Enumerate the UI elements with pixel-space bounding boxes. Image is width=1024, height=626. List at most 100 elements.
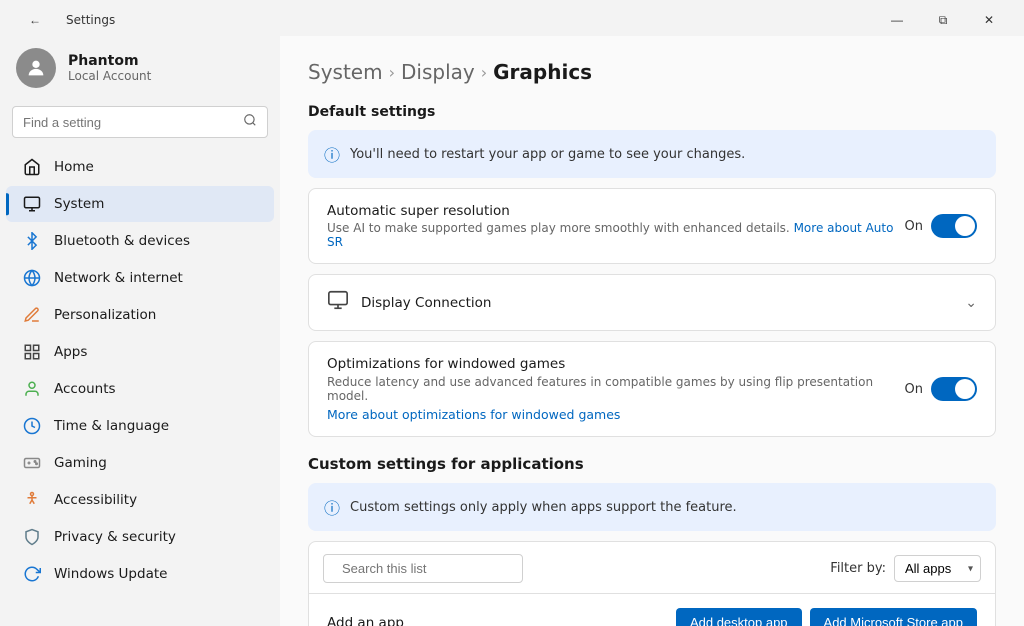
add-store-app-button[interactable]: Add Microsoft Store app (810, 608, 977, 626)
title-bar: ← Settings — ⧉ ✕ (0, 0, 1024, 36)
filter-container: Filter by: All apps ▾ (830, 555, 981, 582)
display-connection-left: Display Connection (327, 289, 491, 316)
sidebar-item-privacy[interactable]: Privacy & security (6, 519, 274, 555)
nav-list: Home System Bluetooth & devices Network & i… (0, 148, 280, 593)
custom-settings-title: Custom settings for applications (308, 455, 996, 473)
monitor-icon (327, 289, 349, 316)
back-button[interactable]: ← (12, 4, 58, 36)
search-icon (243, 113, 257, 131)
sidebar-item-home[interactable]: Home (6, 149, 274, 185)
network-icon (22, 268, 42, 288)
home-icon (22, 157, 42, 177)
auto-sr-card: Automatic super resolution Use AI to mak… (308, 188, 996, 264)
display-connection-card: Display Connection ⌄ (308, 274, 996, 331)
windowed-opt-row: Optimizations for windowed games Reduce … (309, 342, 995, 436)
sidebar-item-system[interactable]: System (6, 186, 274, 222)
info-icon: ⓘ (324, 142, 340, 166)
sidebar-item-accounts[interactable]: Accounts (6, 371, 274, 407)
sidebar-item-time[interactable]: Time & language (6, 408, 274, 444)
sidebar-search-box[interactable] (12, 106, 268, 138)
windowed-opt-title: Optimizations for windowed games (327, 356, 905, 372)
sidebar-item-label-update: Windows Update (54, 566, 167, 582)
sidebar-item-label-bluetooth: Bluetooth & devices (54, 233, 190, 249)
windowed-opt-link[interactable]: More about optimizations for windowed ga… (327, 407, 905, 422)
breadcrumb-sep-2: › (481, 63, 487, 82)
sidebar-search-input[interactable] (23, 115, 235, 130)
breadcrumb: System › Display › Graphics (308, 60, 996, 84)
display-connection-row[interactable]: Display Connection ⌄ (309, 275, 995, 330)
chevron-down-icon: ⌄ (965, 295, 977, 311)
add-desktop-app-button[interactable]: Add desktop app (676, 608, 802, 626)
auto-sr-toggle-container: On (905, 214, 977, 238)
sidebar-item-gaming[interactable]: Gaming (6, 445, 274, 481)
user-info: Phantom Local Account (68, 53, 151, 83)
avatar (16, 48, 56, 88)
minimize-button[interactable]: — (874, 4, 920, 36)
add-app-row: Add an app Add desktop app Add Microsoft… (309, 593, 995, 626)
sidebar-item-label-accessibility: Accessibility (54, 492, 137, 508)
auto-sr-toggle[interactable] (931, 214, 977, 238)
user-name: Phantom (68, 53, 151, 69)
update-icon (22, 564, 42, 584)
apps-card: Filter by: All apps ▾ Add an app Add des… (308, 541, 996, 626)
add-app-buttons: Add desktop app Add Microsoft Store app (676, 608, 977, 626)
apps-icon (22, 342, 42, 362)
filter-select[interactable]: All apps (894, 555, 981, 582)
title-bar-left: ← Settings (12, 4, 115, 36)
accounts-icon (22, 379, 42, 399)
time-icon (22, 416, 42, 436)
sidebar-item-personalization[interactable]: Personalization (6, 297, 274, 333)
windowed-opt-toggle[interactable] (931, 377, 977, 401)
auto-sr-desc-text: Use AI to make supported games play more… (327, 221, 790, 235)
breadcrumb-current: Graphics (493, 60, 592, 84)
search-list-box[interactable] (323, 554, 523, 583)
gaming-icon (22, 453, 42, 473)
filter-wrapper: All apps ▾ (894, 555, 981, 582)
sidebar-item-label-accounts: Accounts (54, 381, 116, 397)
auto-sr-toggle-label: On (905, 219, 923, 234)
display-connection-title: Display Connection (361, 295, 491, 311)
custom-info-icon: ⓘ (324, 495, 340, 519)
sidebar-item-label-time: Time & language (54, 418, 169, 434)
accessibility-icon (22, 490, 42, 510)
search-filter-row: Filter by: All apps ▾ (309, 542, 995, 593)
sidebar-item-update[interactable]: Windows Update (6, 556, 274, 592)
restart-info-banner: ⓘ You'll need to restart your app or gam… (308, 130, 996, 178)
sidebar: Phantom Local Account Home System Bluetoot… (0, 36, 280, 626)
title-bar-controls: — ⧉ ✕ (874, 4, 1012, 36)
custom-info-text: Custom settings only apply when apps sup… (350, 500, 737, 515)
title-bar-title: Settings (66, 13, 115, 27)
breadcrumb-display[interactable]: Display (401, 60, 475, 84)
system-icon (22, 194, 42, 214)
windowed-opt-toggle-label: On (905, 382, 923, 397)
auto-sr-desc: Use AI to make supported games play more… (327, 221, 905, 249)
windowed-opt-content: Optimizations for windowed games Reduce … (327, 356, 905, 422)
windowed-opt-desc: Reduce latency and use advanced features… (327, 375, 905, 403)
breadcrumb-sep-1: › (389, 63, 395, 82)
sidebar-item-network[interactable]: Network & internet (6, 260, 274, 296)
add-app-label: Add an app (327, 615, 404, 626)
sidebar-item-bluetooth[interactable]: Bluetooth & devices (6, 223, 274, 259)
breadcrumb-system[interactable]: System (308, 60, 383, 84)
default-settings-title: Default settings (308, 104, 996, 120)
windowed-opt-toggle-container: On (905, 377, 977, 401)
filter-label: Filter by: (830, 561, 886, 576)
sidebar-item-label-home: Home (54, 159, 94, 175)
user-section[interactable]: Phantom Local Account (0, 36, 280, 100)
auto-sr-content: Automatic super resolution Use AI to mak… (327, 203, 905, 249)
sidebar-item-label-privacy: Privacy & security (54, 529, 176, 545)
app-body: Phantom Local Account Home System Bluetoot… (0, 36, 1024, 626)
custom-info-banner: ⓘ Custom settings only apply when apps s… (308, 483, 996, 531)
sidebar-item-label-gaming: Gaming (54, 455, 107, 471)
auto-sr-row: Automatic super resolution Use AI to mak… (309, 189, 995, 263)
restart-info-text: You'll need to restart your app or game … (350, 147, 745, 162)
auto-sr-title: Automatic super resolution (327, 203, 905, 219)
close-button[interactable]: ✕ (966, 4, 1012, 36)
sidebar-item-label-personalization: Personalization (54, 307, 156, 323)
user-sub: Local Account (68, 69, 151, 83)
sidebar-item-accessibility[interactable]: Accessibility (6, 482, 274, 518)
sidebar-item-apps[interactable]: Apps (6, 334, 274, 370)
maximize-button[interactable]: ⧉ (920, 4, 966, 36)
search-list-input[interactable] (342, 561, 518, 576)
windowed-optimizations-card: Optimizations for windowed games Reduce … (308, 341, 996, 437)
